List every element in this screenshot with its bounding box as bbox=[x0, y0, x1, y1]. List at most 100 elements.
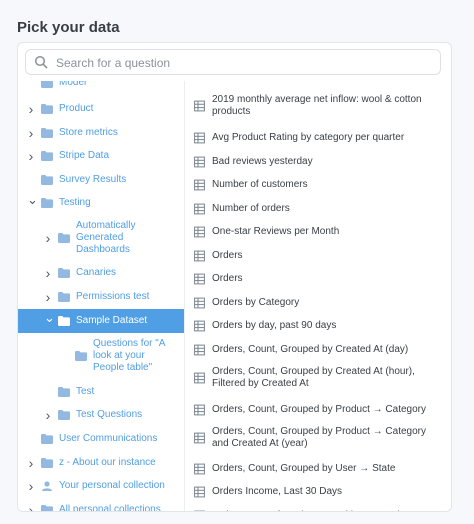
question-item[interactable]: Orders bbox=[184, 268, 451, 290]
sidebar-item-label: Questions for "A look at your People tab… bbox=[93, 338, 165, 373]
sidebar-item[interactable]: User Communications bbox=[18, 427, 184, 451]
question-item[interactable]: Orders bbox=[184, 245, 451, 267]
search-input[interactable] bbox=[54, 52, 428, 74]
sidebar-item[interactable]: › All personal collections bbox=[18, 498, 184, 511]
table-icon bbox=[194, 156, 205, 168]
question-item[interactable]: Orders, Count, Grouped by Created At (da… bbox=[184, 339, 451, 361]
search-box[interactable] bbox=[25, 49, 441, 75]
data-picker-panel: Model › Product › Store metrics › Stripe Data S… bbox=[17, 42, 452, 512]
search-icon bbox=[34, 55, 48, 69]
sidebar-item[interactable]: › z - About our instance bbox=[18, 451, 184, 475]
question-label: Orders, Count, Grouped by Product → Cate… bbox=[212, 426, 426, 449]
sidebar-item[interactable]: › Stripe Data bbox=[18, 144, 184, 168]
question-item[interactable]: Orders, Count, Grouped by Created At (ho… bbox=[184, 363, 451, 393]
question-item[interactable]: Avg Product Rating by category per quart… bbox=[184, 127, 451, 149]
question-item[interactable]: Orders, Sum of Total, Grouped by Created… bbox=[184, 505, 451, 511]
question-item[interactable]: 2019 monthly average net inflow: wool & … bbox=[184, 91, 451, 121]
table-icon bbox=[194, 320, 205, 332]
chevron-right-icon[interactable]: › bbox=[27, 148, 35, 164]
chevron-down-icon[interactable]: ⌄ bbox=[27, 192, 38, 208]
folder-icon bbox=[58, 387, 70, 397]
table-icon bbox=[194, 179, 205, 191]
table-icon bbox=[194, 226, 205, 238]
question-item[interactable]: Orders Income, Last 30 Days bbox=[184, 481, 451, 503]
folder-icon bbox=[58, 233, 70, 243]
question-label: Number of orders bbox=[212, 203, 290, 214]
chevron-right-icon[interactable]: › bbox=[27, 101, 35, 117]
table-icon bbox=[194, 344, 205, 356]
question-label: Orders, Count, Grouped by Created At (da… bbox=[212, 344, 409, 355]
question-item[interactable]: One-star Reviews per Month bbox=[184, 221, 451, 243]
question-label: Orders, Count, Grouped by User → State bbox=[212, 463, 396, 474]
table-icon bbox=[194, 463, 205, 475]
chevron-right-icon[interactable]: › bbox=[27, 125, 35, 141]
question-item[interactable]: Orders, Count, Grouped by Product → Cate… bbox=[184, 423, 451, 453]
table-icon bbox=[194, 273, 205, 285]
folder-icon bbox=[41, 505, 53, 511]
folder-icon bbox=[41, 175, 53, 185]
sidebar-item-label: Product bbox=[59, 103, 94, 114]
question-item[interactable]: Orders, Count, Grouped by User → State bbox=[184, 458, 451, 480]
chevron-right-icon[interactable]: › bbox=[27, 502, 35, 511]
question-label: Orders Income, Last 30 Days bbox=[212, 486, 343, 497]
question-label: Bad reviews yesterday bbox=[212, 156, 313, 167]
question-label: One-star Reviews per Month bbox=[212, 226, 340, 237]
chevron-right-icon[interactable]: › bbox=[44, 407, 52, 423]
chevron-right-icon[interactable]: › bbox=[27, 455, 35, 471]
sidebar-item[interactable]: › Store metrics bbox=[18, 121, 184, 145]
chevron-right-icon[interactable]: › bbox=[27, 478, 35, 494]
sidebar-item[interactable]: › Canaries bbox=[18, 261, 184, 285]
sidebar-item[interactable]: › Product bbox=[18, 97, 184, 121]
folder-icon bbox=[41, 104, 53, 114]
folder-icon bbox=[58, 410, 70, 420]
sidebar-item-label: Model bbox=[59, 81, 87, 88]
question-label: 2019 monthly average net inflow: wool & … bbox=[212, 94, 422, 117]
table-icon bbox=[194, 203, 205, 215]
sidebar-item[interactable]: ⌄ Testing bbox=[18, 191, 184, 215]
sidebar-item[interactable]: › Automatically Generated Dashboards bbox=[18, 217, 184, 259]
question-item[interactable]: Orders by day, past 90 days bbox=[184, 315, 451, 337]
table-icon bbox=[194, 100, 205, 112]
sidebar-item[interactable]: › Test Questions bbox=[18, 403, 184, 427]
sidebar-item[interactable]: › Permissions test bbox=[18, 285, 184, 309]
sidebar-item-label: z - About our instance bbox=[59, 457, 156, 468]
table-icon bbox=[194, 510, 205, 511]
folder-icon bbox=[75, 351, 87, 361]
folder-icon bbox=[58, 268, 70, 278]
table-icon bbox=[194, 132, 205, 144]
collection-tree[interactable]: Model › Product › Store metrics › Stripe Data S… bbox=[18, 81, 185, 511]
sidebar-item-label: Your personal collection bbox=[59, 480, 165, 491]
folder-icon bbox=[41, 434, 53, 444]
question-item[interactable]: Bad reviews yesterday bbox=[184, 151, 451, 173]
chevron-down-icon[interactable]: ⌄ bbox=[44, 310, 55, 326]
question-item[interactable]: Orders by Category bbox=[184, 292, 451, 314]
sidebar-item-label: Automatically Generated Dashboards bbox=[76, 220, 136, 255]
table-icon bbox=[194, 404, 205, 416]
sidebar-item[interactable]: Test bbox=[18, 380, 184, 404]
folder-icon bbox=[41, 151, 53, 161]
sidebar-item[interactable]: Model bbox=[18, 81, 184, 91]
sidebar-item-label: Permissions test bbox=[76, 291, 150, 302]
sidebar-item[interactable]: ⌄ Sample Dataset bbox=[18, 309, 184, 333]
sidebar-item[interactable]: Survey Results bbox=[18, 168, 184, 192]
table-icon bbox=[194, 432, 205, 444]
folder-icon bbox=[41, 458, 53, 468]
table-icon bbox=[194, 250, 205, 262]
question-item[interactable]: Number of customers bbox=[184, 174, 451, 196]
sidebar-item[interactable]: › Your personal collection bbox=[18, 474, 184, 498]
sidebar-item-label: Survey Results bbox=[59, 174, 127, 185]
folder-icon bbox=[58, 316, 70, 326]
sidebar-item-label: Test bbox=[76, 386, 95, 397]
question-label: Avg Product Rating by category per quart… bbox=[212, 132, 405, 143]
question-item[interactable]: Orders, Count, Grouped by Product → Cate… bbox=[184, 399, 451, 421]
chevron-right-icon[interactable]: › bbox=[44, 265, 52, 281]
chevron-right-icon[interactable]: › bbox=[44, 289, 52, 305]
chevron-right-icon[interactable]: › bbox=[44, 230, 52, 246]
table-icon bbox=[194, 486, 205, 498]
question-item[interactable]: Number of orders bbox=[184, 198, 451, 220]
question-list[interactable]: 2019 monthly average net inflow: wool & … bbox=[184, 81, 451, 511]
table-icon bbox=[194, 372, 205, 384]
sidebar-item-label: Store metrics bbox=[59, 127, 118, 138]
folder-icon bbox=[41, 81, 53, 88]
sidebar-item[interactable]: Questions for "A look at your People tab… bbox=[18, 334, 184, 378]
